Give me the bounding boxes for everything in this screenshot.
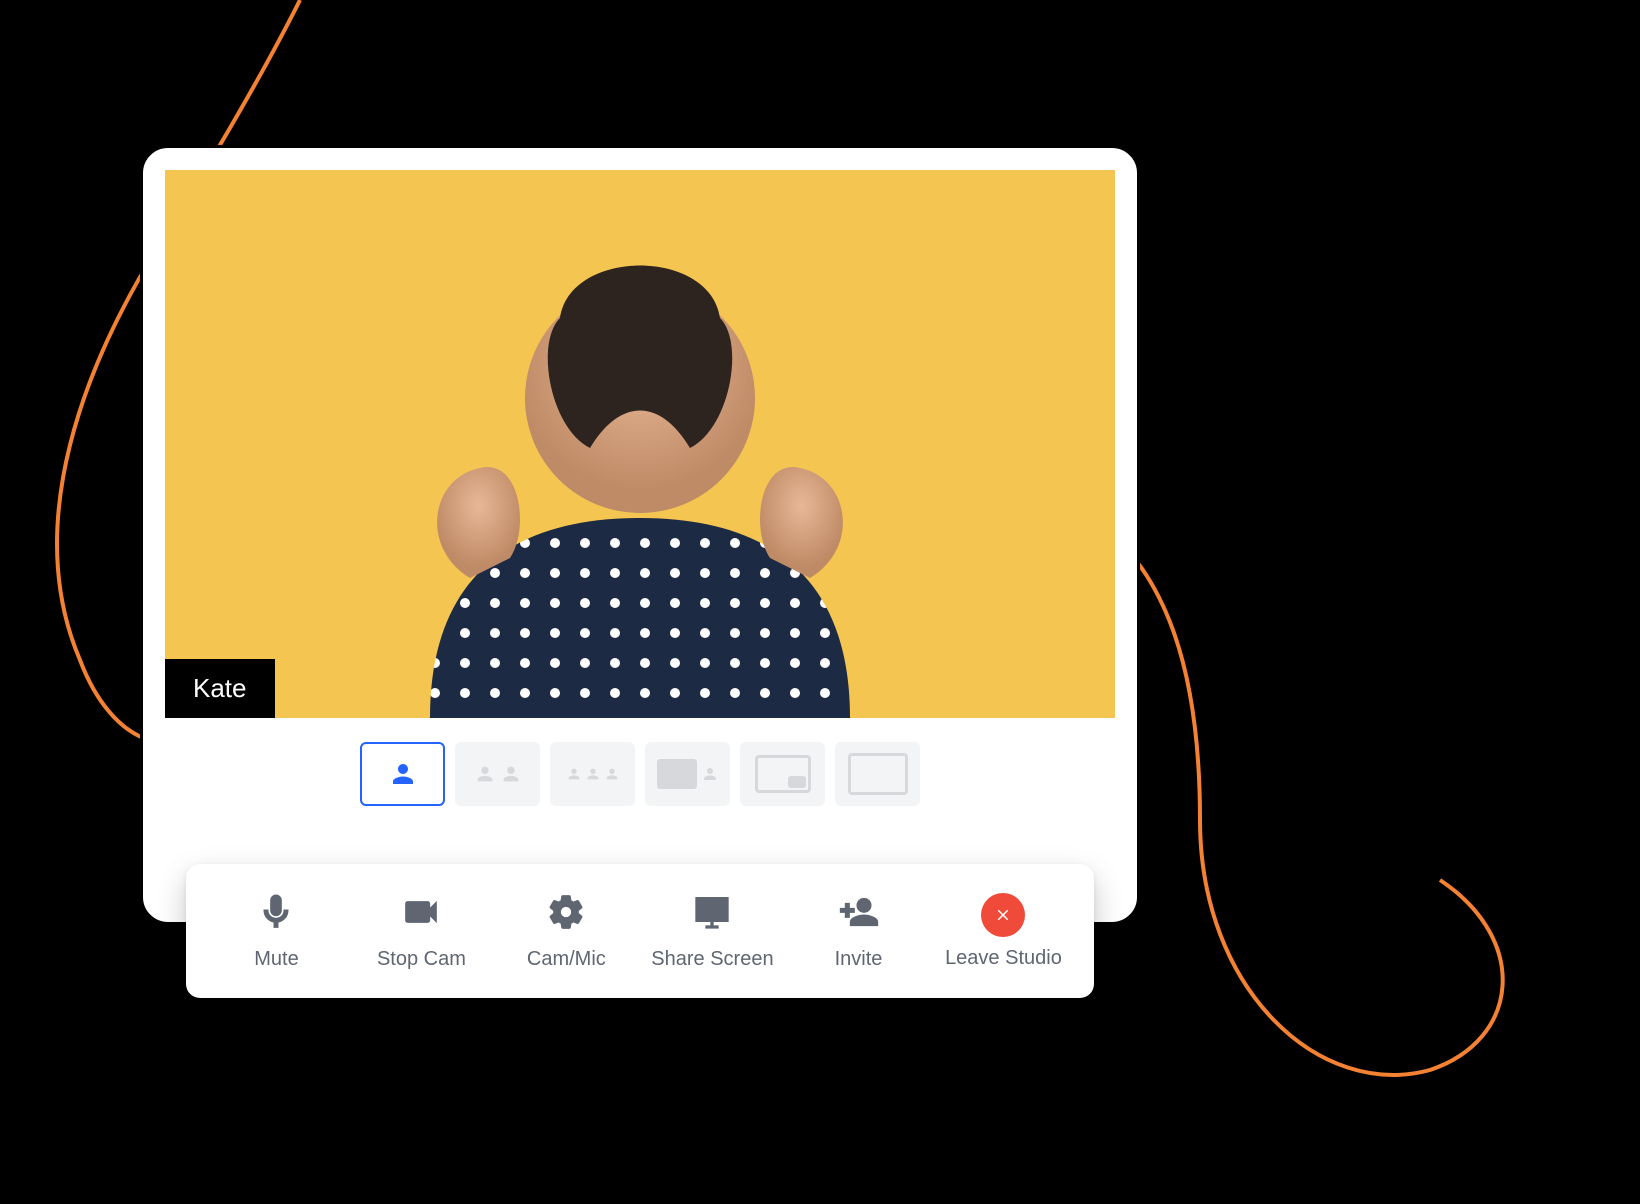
- invite-label: Invite: [835, 948, 883, 971]
- share-screen-label: Share Screen: [651, 948, 773, 971]
- video-feed: Kate: [165, 170, 1115, 718]
- layout-picker: [165, 742, 1115, 806]
- stop-cam-label: Stop Cam: [377, 948, 466, 971]
- layout-option-grid-3[interactable]: [550, 742, 635, 806]
- layout-option-solo[interactable]: [360, 742, 445, 806]
- mute-button[interactable]: Mute: [216, 892, 336, 971]
- layout-option-pip[interactable]: [645, 742, 730, 806]
- microphone-icon: [256, 892, 296, 938]
- stop-cam-button[interactable]: Stop Cam: [361, 892, 481, 971]
- layout-option-spotlight[interactable]: [740, 742, 825, 806]
- add-person-icon: [839, 892, 879, 938]
- share-screen-button[interactable]: Share Screen: [651, 892, 773, 971]
- camera-icon: [401, 892, 441, 938]
- cam-mic-label: Cam/Mic: [527, 948, 606, 971]
- studio-window: Kate: [140, 145, 1140, 925]
- participant-name-badge: Kate: [165, 659, 275, 718]
- mute-label: Mute: [254, 948, 298, 971]
- participant-name-text: Kate: [193, 673, 247, 703]
- invite-button[interactable]: Invite: [799, 892, 919, 971]
- screen-icon: [692, 892, 732, 938]
- leave-label: Leave Studio: [945, 947, 1062, 970]
- leave-studio-button[interactable]: Leave Studio: [943, 893, 1063, 970]
- control-toolbar: Mute Stop Cam Cam/Mic Share Screen Invit…: [186, 864, 1094, 998]
- layout-option-two-up[interactable]: [455, 742, 540, 806]
- layout-option-full[interactable]: [835, 742, 920, 806]
- participant-image: [360, 198, 920, 718]
- gear-icon: [546, 892, 586, 938]
- cam-mic-button[interactable]: Cam/Mic: [506, 892, 626, 971]
- close-icon: [981, 893, 1025, 937]
